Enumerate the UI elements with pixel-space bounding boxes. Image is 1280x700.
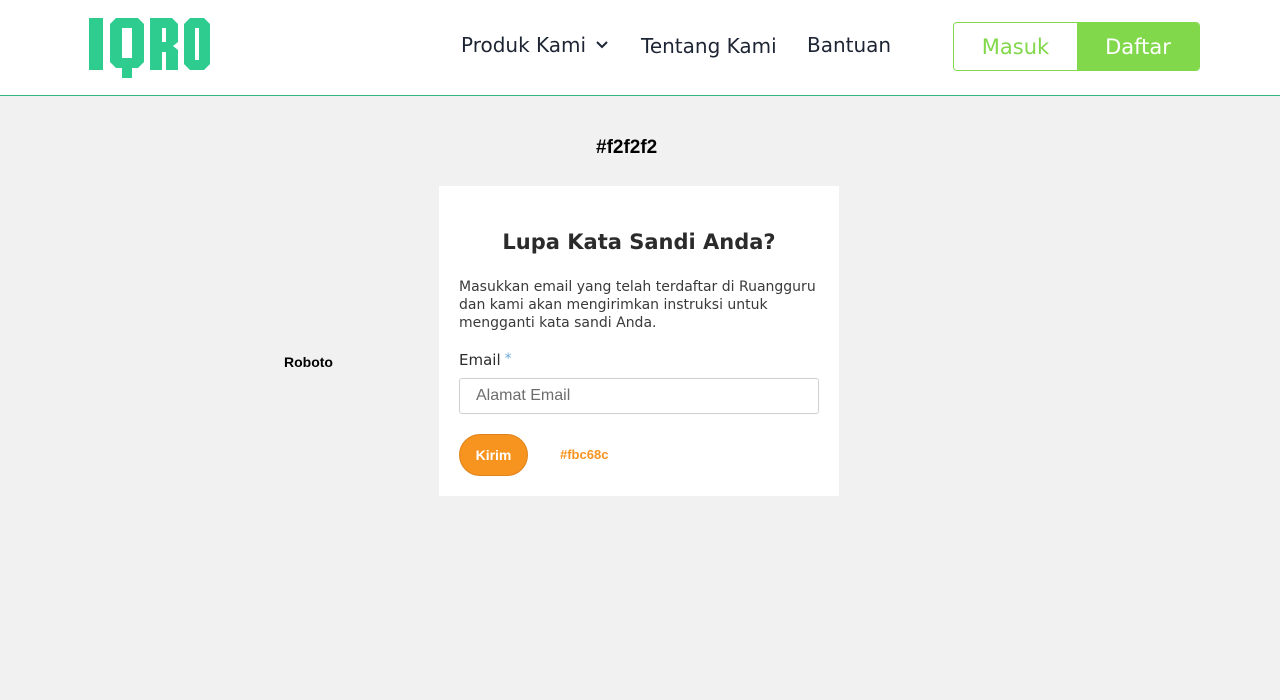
auth-buttons: Masuk Daftar (953, 22, 1200, 71)
forgot-password-card: Lupa Kata Sandi Anda? Masukkan email yan… (439, 186, 839, 496)
nav-bantuan-label: Bantuan (807, 32, 892, 57)
chevron-down-icon (596, 40, 608, 49)
button-color-annotation: #fbc68c (560, 447, 609, 462)
email-label-text: Email (459, 351, 501, 369)
nav-bantuan[interactable]: Bantuan (807, 0, 891, 92)
form-description: Masukkan email yang telah terdaftar di R… (459, 279, 816, 331)
daftar-button[interactable]: Daftar (1077, 23, 1199, 70)
nav-produk-kami[interactable]: Produk Kami (461, 0, 608, 92)
iqro-logo[interactable] (88, 16, 210, 78)
top-navbar: Produk Kami Tentang Kami Bantuan Masuk D… (0, 0, 1280, 96)
required-marker: * (504, 351, 512, 367)
email-label: Email * (459, 351, 512, 369)
submit-button[interactable]: Kirim (459, 434, 528, 476)
nav-produk-label: Produk Kami (461, 32, 587, 57)
nav-tentang-label: Tentang Kami (641, 33, 777, 58)
email-field[interactable] (459, 378, 819, 414)
nav-tentang-kami[interactable]: Tentang Kami (641, 0, 777, 93)
font-annotation: Roboto (284, 354, 333, 370)
masuk-button[interactable]: Masuk (954, 23, 1077, 70)
background-color-annotation: #f2f2f2 (596, 137, 658, 158)
page-title: Lupa Kata Sandi Anda? (502, 230, 776, 254)
